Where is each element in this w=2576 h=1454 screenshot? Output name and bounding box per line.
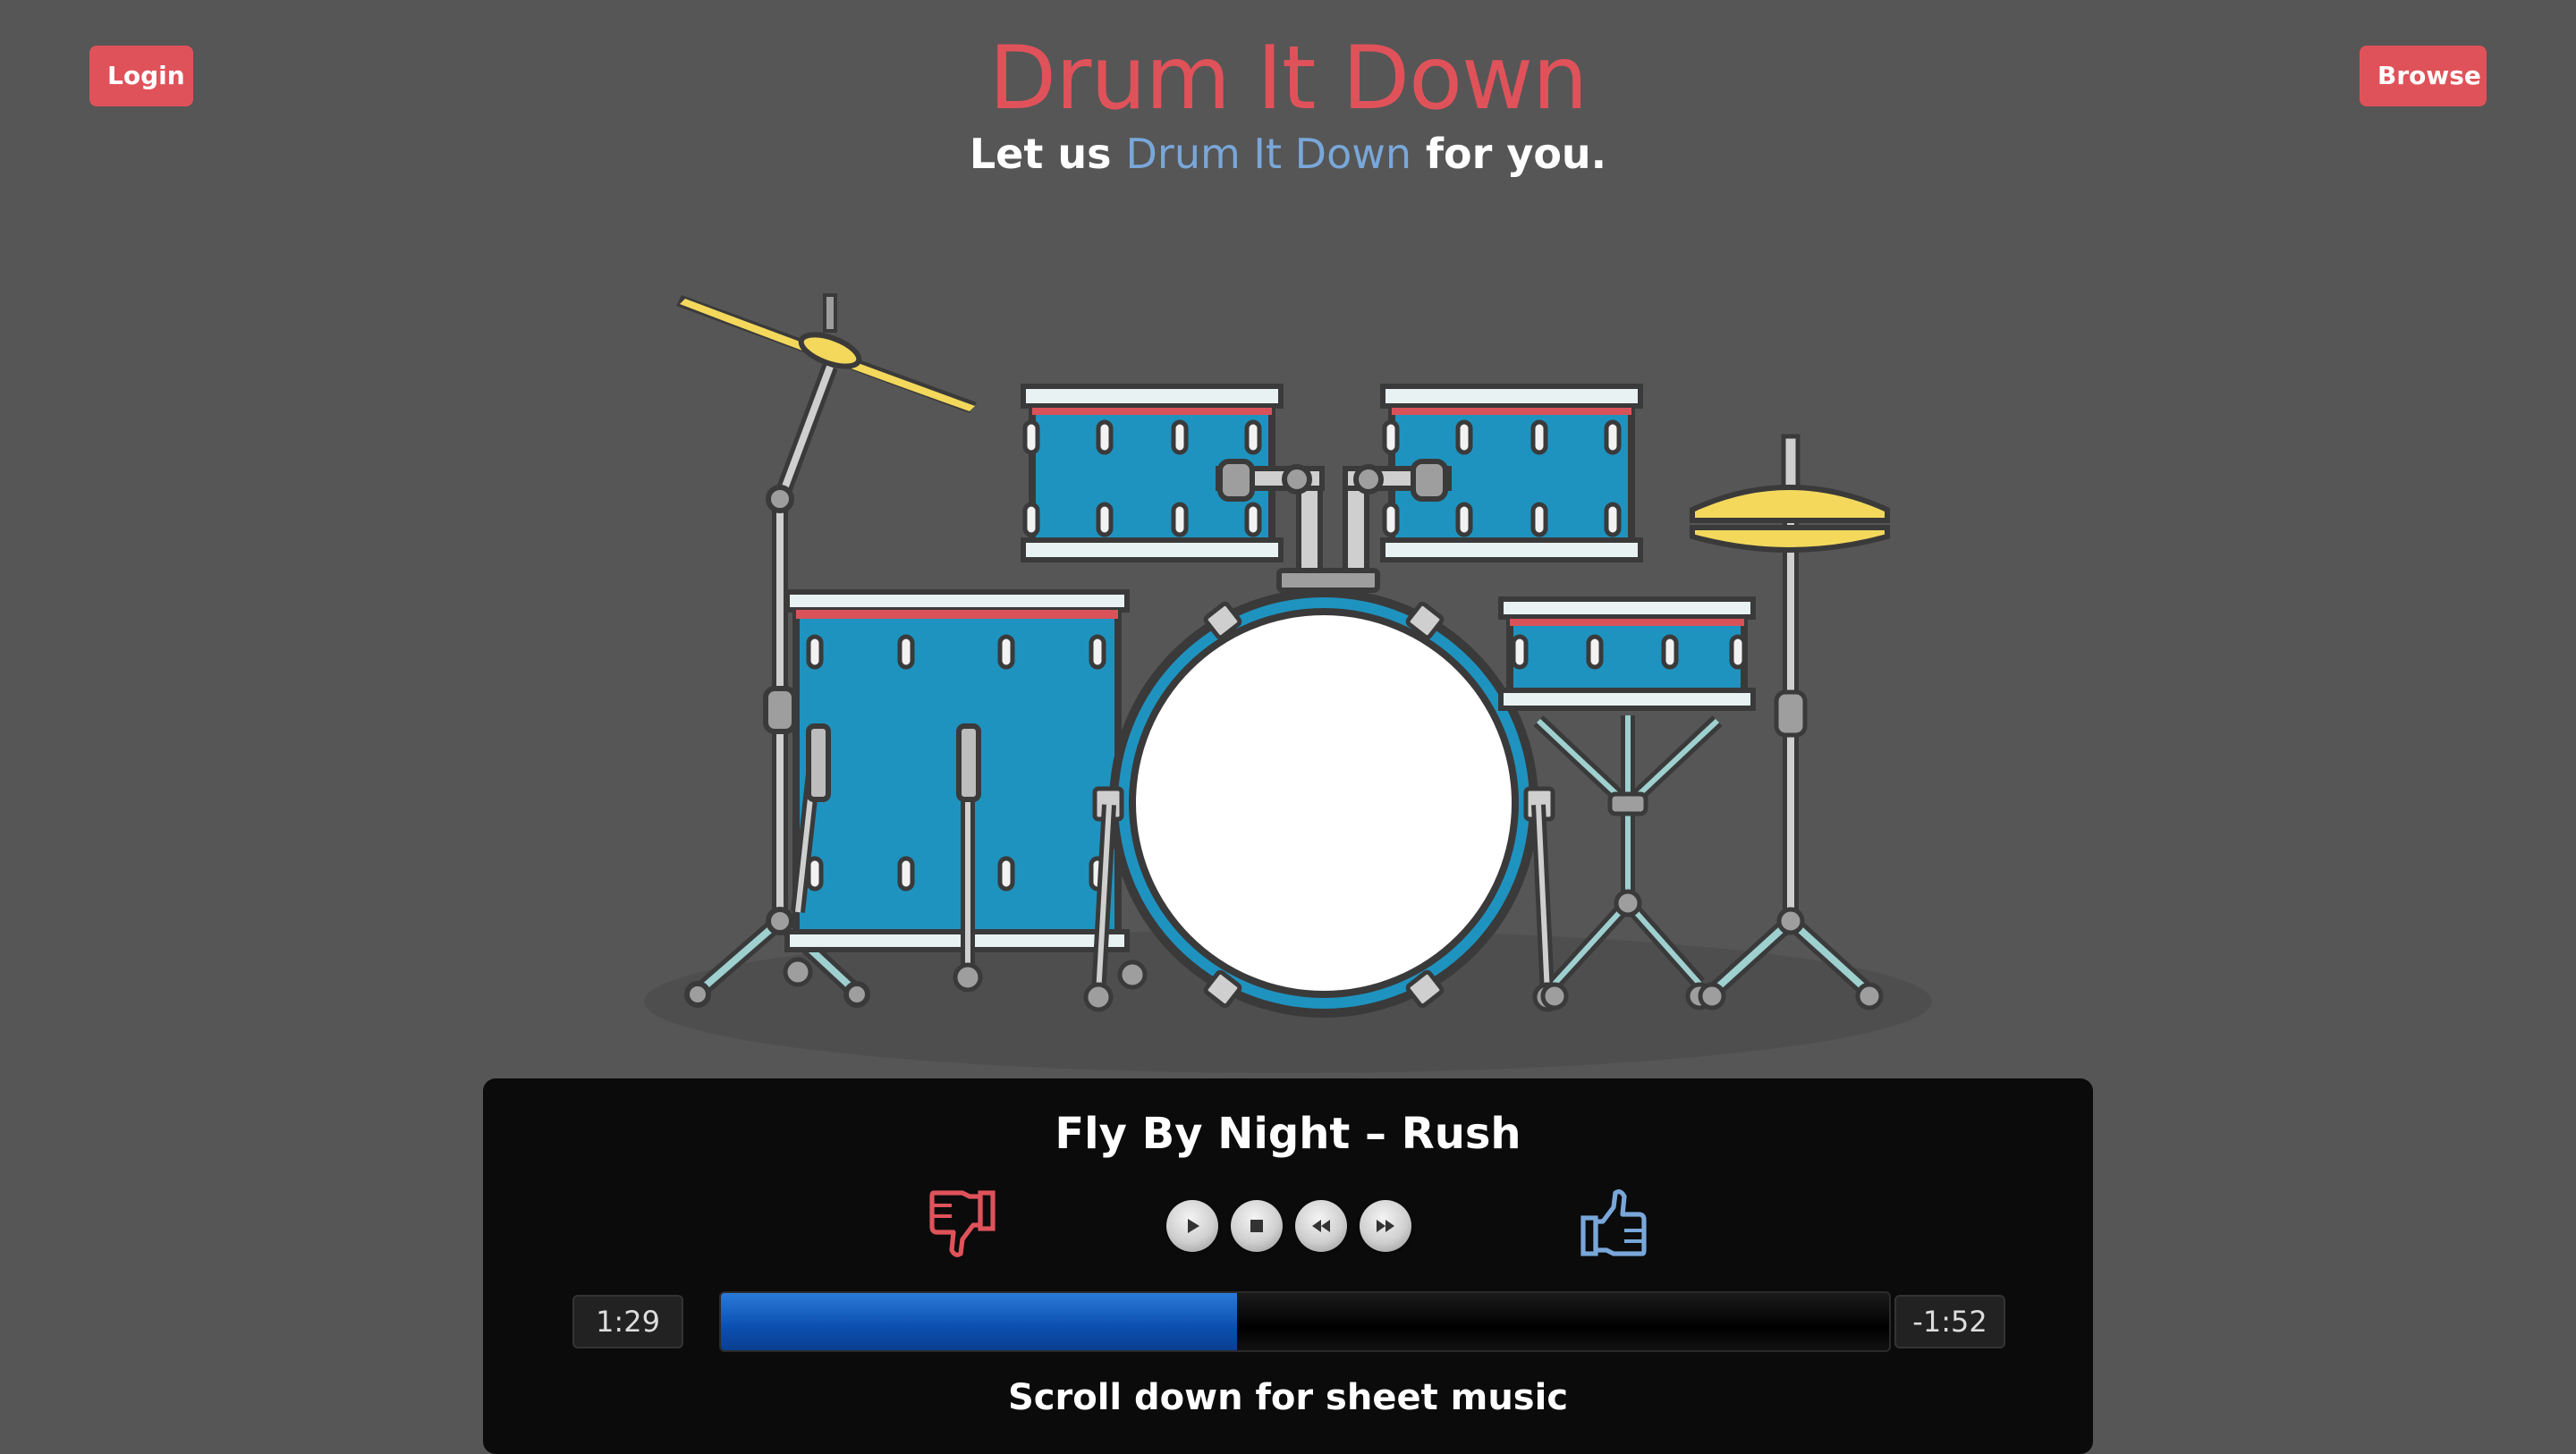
thumbs-down-icon[interactable] (927, 1186, 998, 1261)
stop-icon (1250, 1220, 1263, 1232)
song-title: Fly By Night – Rush (1055, 1109, 1521, 1159)
time-elapsed: 1:29 (572, 1295, 683, 1348)
rewind-icon (1312, 1220, 1330, 1232)
floor-tom (783, 589, 1130, 993)
play-button[interactable] (1166, 1200, 1218, 1252)
audio-player: Fly By Night – Rush 1:29 -1:52 Scroll do… (483, 1078, 2093, 1454)
progress-bar[interactable] (719, 1291, 1891, 1352)
time-remaining: -1:52 (1894, 1295, 2005, 1348)
sheet-music-hint: Scroll down for sheet music (1007, 1377, 1569, 1418)
fast-forward-button[interactable] (1360, 1200, 1411, 1252)
stop-button[interactable] (1231, 1200, 1283, 1252)
site-subtitle: Let us Drum It Down for you. (0, 125, 2576, 182)
thumbs-up-icon[interactable] (1578, 1186, 1649, 1261)
drum-kit-illustration (644, 293, 1932, 1073)
subtitle-accent: Drum It Down (1125, 130, 1411, 178)
subtitle-text-before: Let us (969, 130, 1112, 178)
site-title: Drum It Down (988, 28, 1589, 130)
subtitle-text-after: for you. (1426, 130, 1607, 178)
fast-forward-icon (1377, 1220, 1394, 1232)
play-icon (1188, 1219, 1199, 1233)
hi-hat (1690, 434, 1890, 1010)
rewind-button[interactable] (1295, 1200, 1347, 1252)
progress-fill (721, 1293, 1237, 1350)
